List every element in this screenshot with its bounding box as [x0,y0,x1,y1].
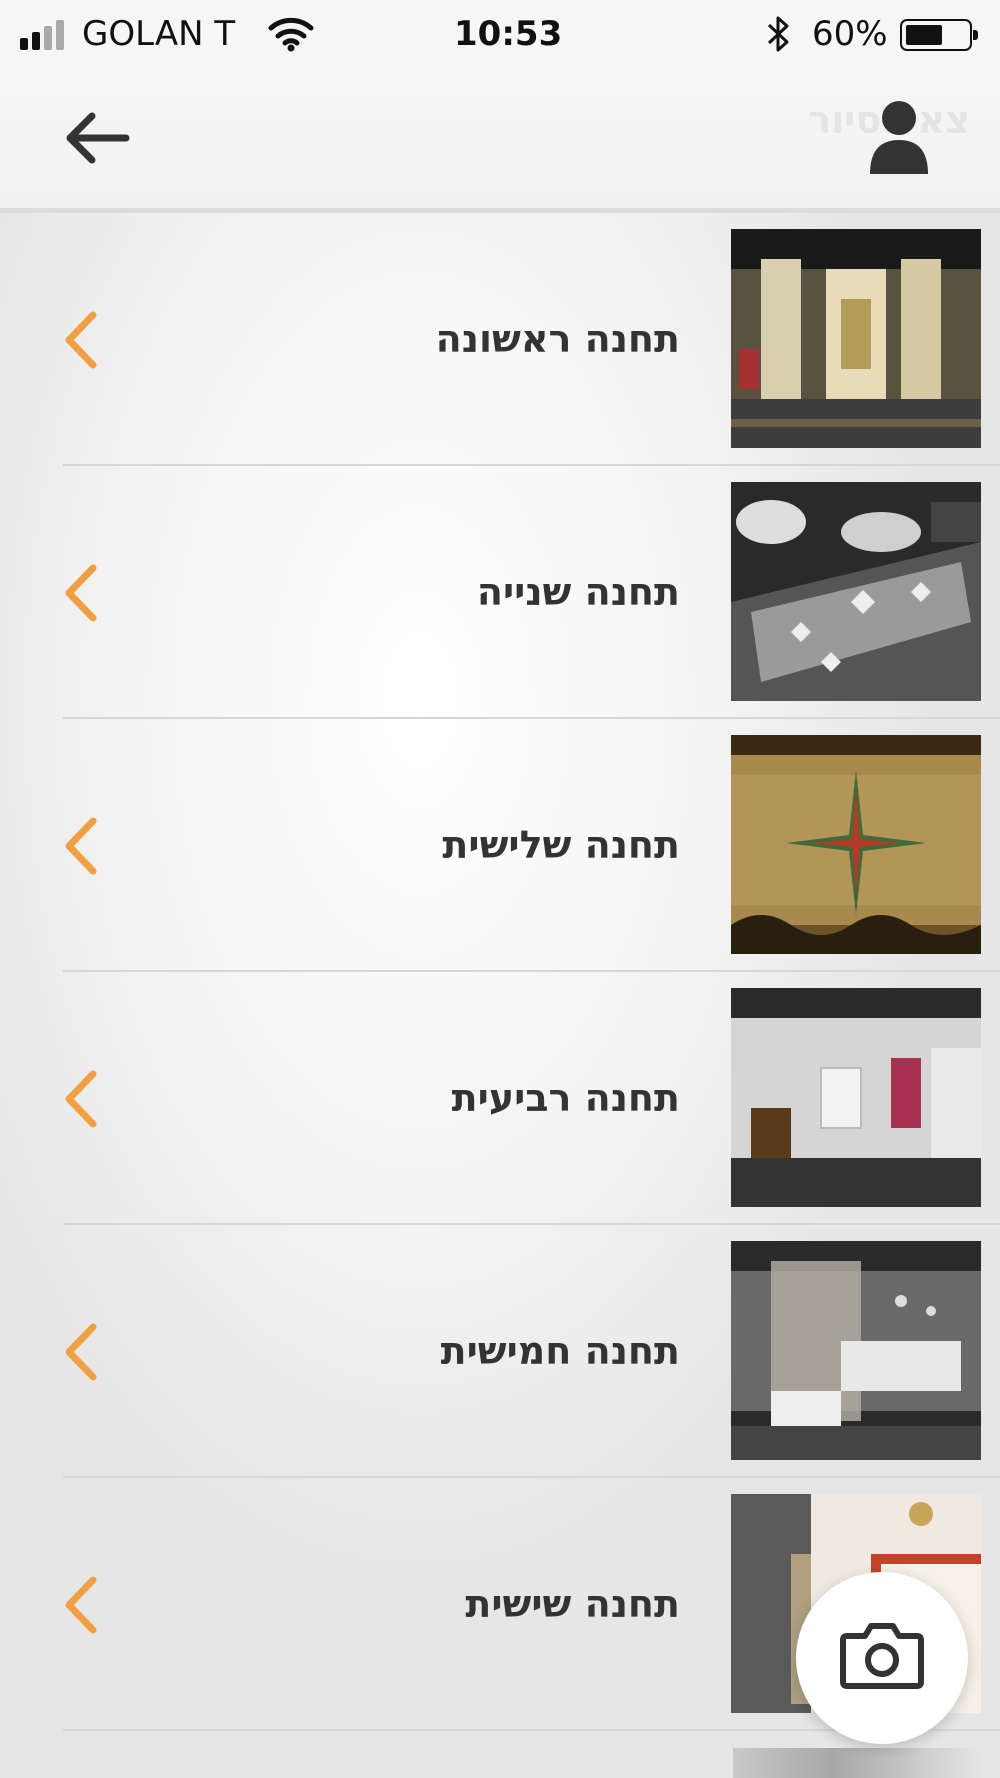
list-item-station-3[interactable]: תחנה שלישית [63,719,1000,972]
list-item-station-1[interactable]: תחנה ראשונה [63,213,1000,466]
station-thumbnail [731,735,981,954]
list-item-station-4[interactable]: תחנה רביעית [63,972,1000,1225]
station-label: תחנה שישית [465,1582,680,1626]
station-label: תחנה חמישית [440,1329,680,1373]
arrow-left-icon [66,112,130,164]
station-thumbnail [731,988,981,1207]
chevron-left-icon [65,817,97,875]
list-item-station-2[interactable]: תחנה שנייה [63,466,1000,719]
camera-button[interactable] [796,1572,968,1744]
station-thumbnail [731,229,981,448]
station-label: תחנה שלישית [442,823,680,867]
camera-icon [840,1623,924,1689]
user-icon [870,101,928,174]
list-item-partial [733,1748,983,1778]
profile-button[interactable] [866,98,932,174]
wifi-icon [268,16,314,61]
chevron-left-icon [65,1323,97,1381]
list-item-station-5[interactable]: תחנה חמישית [63,1225,1000,1478]
station-label: תחנה ראשונה [435,317,680,361]
bluetooth-icon [766,14,792,63]
clock: 10:53 [454,14,563,54]
battery-icon [900,19,978,51]
app-header: צא לסיור [0,70,1000,213]
chevron-left-icon [65,311,97,369]
station-list: תחנה ראשונה תחנה שנייה תחנה שלישית תחנה … [0,213,1000,1731]
chevron-left-icon [65,564,97,622]
back-button[interactable] [62,110,132,166]
chevron-left-icon [65,1576,97,1634]
signal-strength-icon [20,20,68,50]
battery-percentage: 60% [812,14,888,54]
station-label: תחנה שנייה [476,570,680,614]
station-thumbnail [731,1241,981,1460]
carrier-name: GOLAN T [82,14,236,54]
station-label: תחנה רביעית [451,1076,680,1120]
status-bar: GOLAN T 10:53 60% [0,0,1000,70]
station-thumbnail [731,482,981,701]
chevron-left-icon [65,1070,97,1128]
